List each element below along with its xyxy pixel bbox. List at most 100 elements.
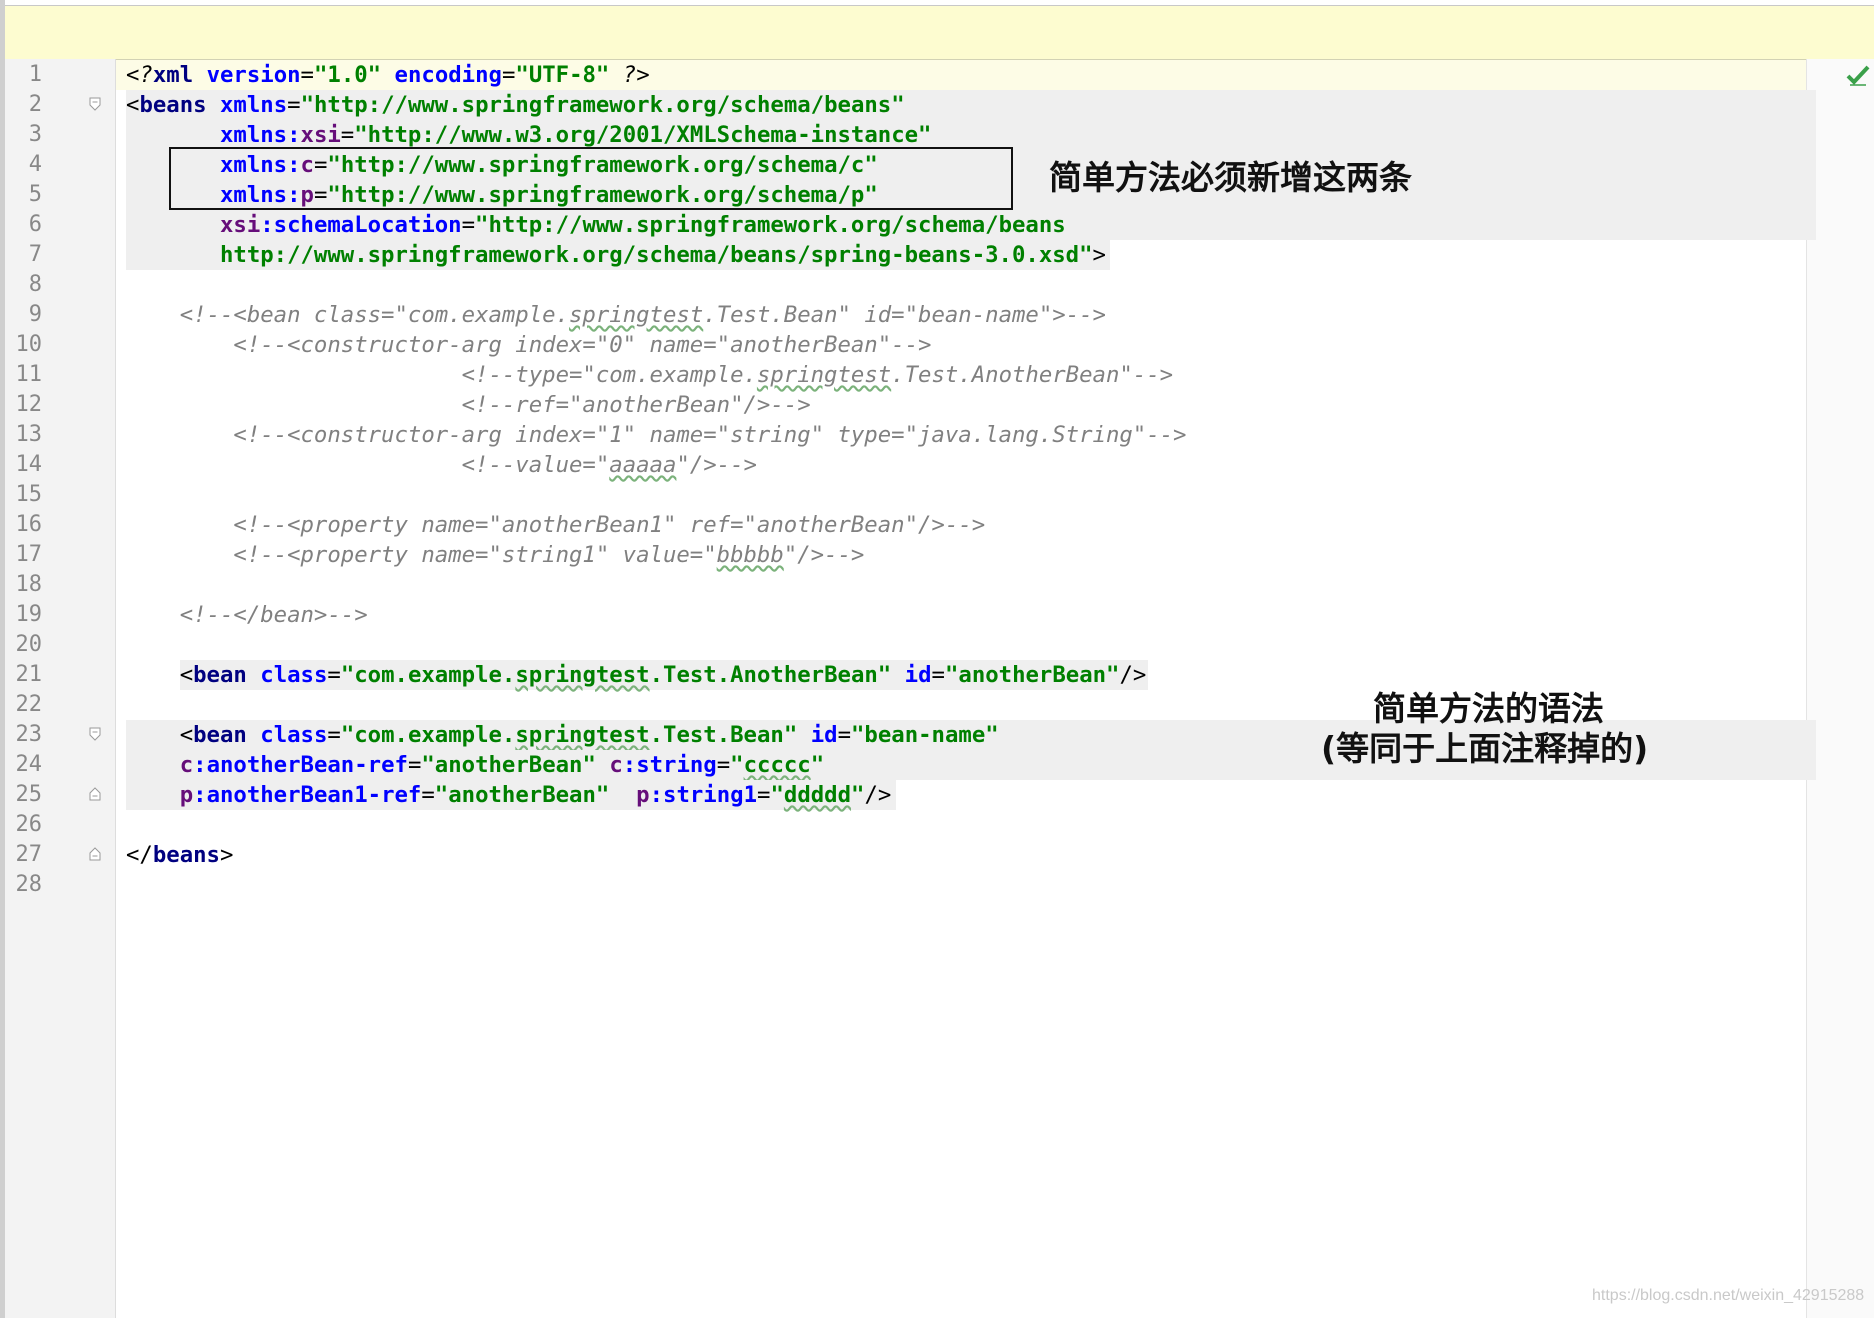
line-number: 23 <box>15 722 43 747</box>
check-icon[interactable] <box>1846 63 1870 87</box>
code-token: = <box>837 722 851 748</box>
code-text[interactable]: <!--<constructor-arg index="0" name="ano… <box>126 330 931 360</box>
code-text[interactable]: <bean class="com.example.springtest.Test… <box>126 720 999 750</box>
code-token: < <box>126 662 194 688</box>
code-token: :string <box>622 752 717 778</box>
line-number: 19 <box>15 602 43 627</box>
line-number: 14 <box>15 452 43 477</box>
code-line[interactable]: 21 <bean class="com.example.springtest.T… <box>16 660 1806 690</box>
code-token: "com.example. <box>340 662 516 688</box>
syntax-note-title: 简单方法的语法 <box>1373 689 1604 728</box>
code-text[interactable]: <!--<property name="string1" value="bbbb… <box>126 540 864 570</box>
code-token: class <box>260 722 328 748</box>
code-text[interactable]: </beans> <box>126 840 233 870</box>
code-text[interactable]: <!--type="com.example.springtest.Test.An… <box>126 360 1173 390</box>
code-token: = <box>757 782 771 808</box>
code-token: " <box>851 782 865 808</box>
code-token: :schemaLocation <box>260 212 462 238</box>
code-text[interactable]: http://www.springframework.org/schema/be… <box>126 240 1106 270</box>
code-token: <!--<constructor-arg index="0" name="ano… <box>126 332 932 358</box>
code-token: ddddd <box>783 782 852 808</box>
code-text[interactable]: <bean class="com.example.springtest.Test… <box>126 660 1147 690</box>
code-line[interactable]: 9 <!--<bean class="com.example.springtes… <box>29 300 1806 330</box>
line-number: 8 <box>28 272 42 297</box>
code-token: "http://www.springframework.org/schema/b… <box>475 212 1066 238</box>
code-text[interactable]: <!--<property name="anotherBean1" ref="a… <box>126 510 985 540</box>
code-token: = <box>461 212 476 238</box>
code-token: :anotherBean-ref <box>193 752 408 778</box>
code-token: " <box>730 752 744 778</box>
line-number: 12 <box>15 392 43 417</box>
code-text[interactable]: xsi:schemaLocation="http://www.springfra… <box>126 210 1066 240</box>
code-line[interactable]: 11 <!--type="com.example.springtest.Test… <box>16 360 1806 390</box>
line-number: 18 <box>15 572 43 597</box>
code-token: id <box>904 662 932 688</box>
code-token: " <box>810 752 825 778</box>
code-text[interactable]: <!--value="aaaaa"/>--> <box>126 450 757 480</box>
code-token: < <box>126 92 140 118</box>
code-line[interactable]: 15 <box>16 480 1806 510</box>
code-token: <!--value=" <box>126 452 610 478</box>
code-line[interactable]: 17 <!--<property name="string1" value="b… <box>16 540 1806 570</box>
code-token: springtest <box>756 362 892 388</box>
code-token: bbbbb <box>716 542 784 568</box>
code-line[interactable]: 6 xsi:schemaLocation="http://www.springf… <box>29 210 1816 240</box>
code-token: <!--<constructor-arg index="1" name="str… <box>126 422 1187 448</box>
code-token: xml <box>152 62 194 88</box>
code-token: "anotherBean" <box>421 752 596 778</box>
code-text[interactable]: c:anotherBean-ref="anotherBean" c:string… <box>126 750 824 780</box>
code-line[interactable]: 19 <!--</bean>--> <box>16 600 1806 630</box>
code-text[interactable]: xmlns:xsi="http://www.w3.org/2001/XMLSch… <box>126 120 932 150</box>
code-token: = <box>300 62 314 88</box>
code-token: = <box>327 722 341 748</box>
code-line[interactable]: 27 </beans> <box>16 840 1806 870</box>
code-text[interactable]: <!--ref="anotherBean"/>--> <box>126 390 811 420</box>
code-line[interactable]: 12 <!--ref="anotherBean"/>--> <box>16 390 1806 420</box>
code-line[interactable]: 16 <!--<property name="anotherBean1" ref… <box>16 510 1806 540</box>
code-text[interactable]: <beans xmlns="http://www.springframework… <box>126 90 905 120</box>
code-line[interactable]: 1 <?xml version="1.0" encoding="UTF-8" ?> <box>29 60 1806 90</box>
code-text[interactable]: <?xml version="1.0" encoding="UTF-8" ?> <box>126 60 650 90</box>
fold-open-icon[interactable] <box>89 727 101 741</box>
code-line[interactable]: 2 <beans xmlns="http://www.springframewor… <box>29 90 1816 120</box>
code-token: > <box>219 842 234 868</box>
code-line[interactable]: 28 <box>16 870 1806 900</box>
code-token: = <box>327 662 341 688</box>
code-token: <!--<property name="string1" value=" <box>126 542 717 568</box>
code-token: .Test.Bean" <box>649 722 798 748</box>
code-line[interactable]: 20 <box>16 630 1806 660</box>
error-stripe[interactable] <box>1806 59 1874 1318</box>
code-text[interactable]: <!--</bean>--> <box>126 600 368 630</box>
fold-close-icon[interactable] <box>89 847 101 861</box>
code-token: p <box>179 782 194 808</box>
code-token: <!--<bean class="com.example. <box>126 302 569 328</box>
code-line[interactable]: 18 <box>16 570 1806 600</box>
code-token: </ <box>126 842 153 868</box>
line-number: 15 <box>15 482 43 507</box>
line-number: 4 <box>28 152 42 177</box>
code-line[interactable]: 25 p:anotherBean1-ref="anotherBean" p:st… <box>16 780 1806 810</box>
code-text[interactable]: p:anotherBean1-ref="anotherBean" p:strin… <box>126 780 892 810</box>
code-text[interactable]: <!--<bean class="com.example.springtest.… <box>126 300 1106 330</box>
code-token: xmlns <box>220 92 288 118</box>
line-number: 20 <box>15 632 43 657</box>
code-token: xmlns: <box>219 122 301 148</box>
code-line[interactable]: 3 xmlns:xsi="http://www.w3.org/2001/XMLS… <box>29 120 1816 150</box>
code-token: id <box>810 722 838 748</box>
code-line[interactable]: 10 <!--<constructor-arg index="0" name="… <box>16 330 1806 360</box>
line-number: 6 <box>28 212 42 237</box>
fold-close-icon[interactable] <box>89 787 101 801</box>
fold-open-icon[interactable] <box>89 97 101 111</box>
code-line[interactable]: 8 <box>29 270 1806 300</box>
code-line[interactable]: 26 <box>16 810 1806 840</box>
code-text[interactable]: <!--<constructor-arg index="1" name="str… <box>126 420 1187 450</box>
code-line[interactable]: 14 <!--value="aaaaa"/>--> <box>16 450 1806 480</box>
code-token: aaaaa <box>609 452 677 478</box>
code-line[interactable]: 13 <!--<constructor-arg index="1" name="… <box>16 420 1806 450</box>
code-token: "anotherBean" <box>944 662 1120 688</box>
code-line[interactable]: 7 http://www.springframework.org/schema/… <box>29 240 1806 270</box>
